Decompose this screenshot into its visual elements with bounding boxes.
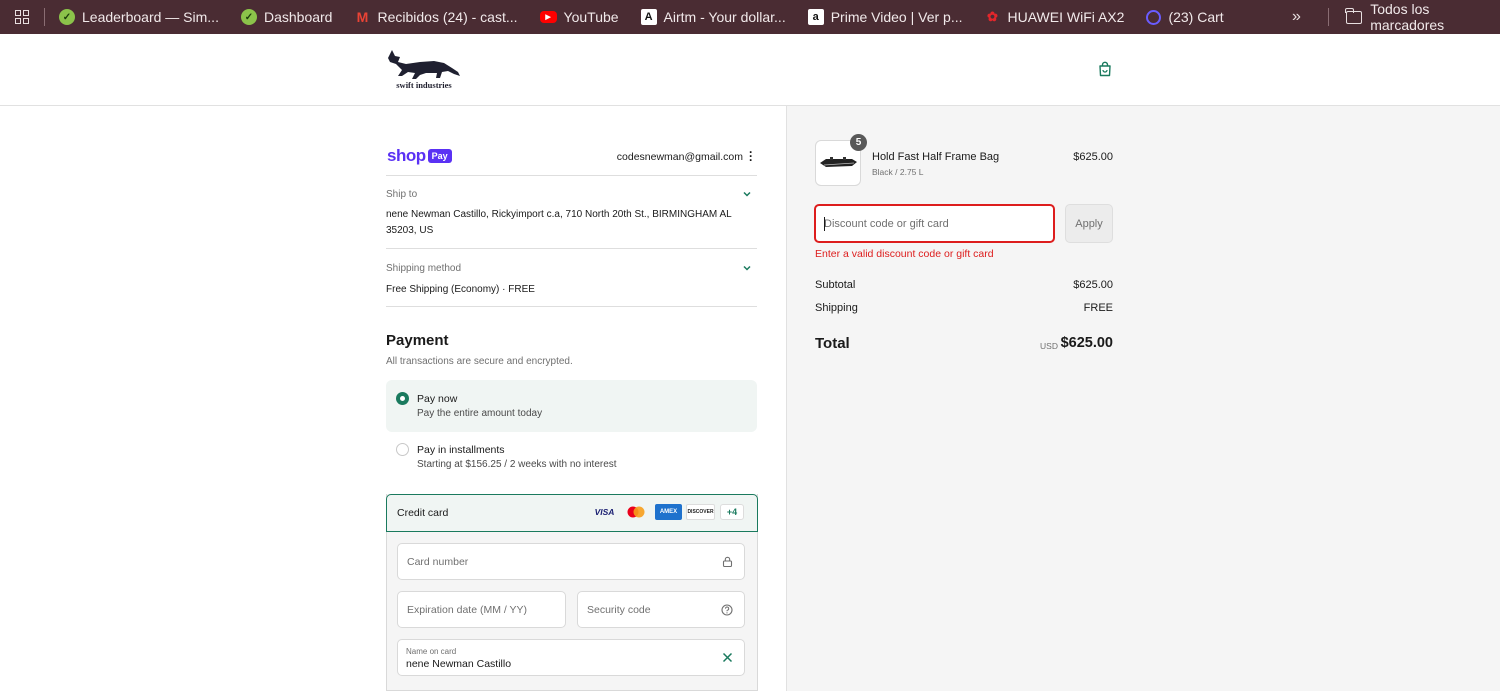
brand-name: swift industries	[396, 80, 452, 90]
bookmark-item[interactable]: A Airtm - Your dollar...	[640, 9, 786, 25]
bookmark-item[interactable]: ▶ YouTube	[539, 9, 619, 25]
discover-icon: DISCOVER	[686, 504, 715, 520]
expiration-placeholder: Expiration date (MM / YY)	[407, 604, 528, 616]
section-divider	[386, 175, 757, 176]
bookmark-item[interactable]: (23) Cart	[1146, 9, 1224, 25]
bookmark-item[interactable]: ✿ HUAWEI WiFi AX2	[985, 9, 1125, 25]
close-icon[interactable]	[722, 652, 733, 663]
bookmark-label: Leaderboard — Sim...	[82, 9, 219, 25]
bookmarks-divider	[1328, 8, 1329, 26]
cart-app-icon	[1146, 9, 1162, 25]
pay-now-radio[interactable]	[396, 392, 409, 405]
bookmark-label: (23) Cart	[1168, 9, 1224, 25]
ship-to-label: Ship to	[386, 189, 418, 200]
visa-icon: VISA	[594, 507, 615, 517]
youtube-icon: ▶	[539, 11, 557, 23]
security-code-field[interactable]: Security code	[577, 591, 745, 628]
pay-installments-subtitle: Starting at $156.25 / 2 weeks with no in…	[417, 459, 617, 470]
pay-installments-title[interactable]: Pay in installments	[417, 444, 505, 456]
shop-pay-badge: Pay	[427, 149, 452, 163]
name-on-card-value: nene Newman Castillo	[406, 658, 512, 670]
apply-discount-button[interactable]: Apply	[1065, 204, 1113, 243]
credit-card-label: Credit card	[397, 507, 449, 519]
name-on-card-label: Name on card	[406, 647, 457, 656]
more-options-icon[interactable]: · · ·	[749, 146, 753, 166]
total-value: $625.00	[1060, 335, 1113, 351]
huawei-icon: ✿	[987, 9, 998, 24]
shipping-value: FREE	[1083, 302, 1113, 314]
bookmark-label: YouTube	[563, 9, 619, 25]
leaf-icon: ✓	[59, 9, 75, 25]
discount-placeholder: Discount code or gift card	[824, 218, 949, 230]
card-number-placeholder: Card number	[407, 556, 469, 568]
product-variant: Black / 2.75 L	[872, 167, 924, 177]
bookmarks-separator	[44, 8, 45, 26]
all-bookmarks-folder[interactable]: Todos los marcadores	[1345, 0, 1500, 34]
shop-pay-text: shop	[387, 146, 426, 165]
folder-icon	[1345, 7, 1363, 24]
bookmark-item[interactable]: ✓ Leaderboard — Sim...	[59, 9, 219, 25]
fox-logo-icon	[388, 50, 460, 79]
expiration-date-field[interactable]: Expiration date (MM / YY)	[397, 591, 566, 628]
brand-logo[interactable]: swift industries	[386, 48, 462, 92]
bookmark-label: Airtm - Your dollar...	[663, 9, 786, 25]
payment-subtitle: All transactions are secure and encrypte…	[386, 356, 573, 367]
amex-icon: AMEX	[655, 504, 682, 520]
order-summary-panel	[786, 106, 1500, 691]
bookmark-label: Dashboard	[263, 9, 333, 25]
shopping-bag-icon[interactable]	[1097, 61, 1113, 77]
checkout-header: swift industries	[0, 34, 1500, 106]
bookmark-item[interactable]: ✓ Dashboard	[240, 9, 333, 25]
shop-pay-logo: shop Pay	[387, 146, 452, 166]
more-bookmarks-button[interactable]: »	[1292, 8, 1301, 26]
airtm-icon: A	[640, 9, 657, 25]
bookmark-label: HUAWEI WiFi AX2	[1007, 9, 1125, 25]
total-label: Total	[815, 335, 850, 352]
pay-now-option[interactable]	[386, 380, 757, 432]
section-divider	[386, 248, 757, 249]
quantity-badge: 5	[850, 134, 867, 151]
shipping-label: Shipping	[815, 302, 858, 314]
shipping-method-value: Free Shipping (Economy) · FREE	[386, 284, 535, 295]
leaf-icon: ✓	[240, 9, 257, 25]
subtotal-value: $625.00	[1073, 279, 1113, 291]
product-name: Hold Fast Half Frame Bag	[872, 151, 1000, 163]
pay-installments-radio[interactable]	[396, 443, 409, 456]
folder-label: Todos los marcadores	[1370, 1, 1445, 33]
subtotal-label: Subtotal	[815, 279, 856, 291]
mastercard-icon	[627, 506, 645, 518]
section-divider	[386, 306, 757, 307]
pay-now-title: Pay now	[417, 393, 458, 405]
help-circle-icon[interactable]	[721, 604, 733, 616]
product-price: $625.00	[1073, 151, 1113, 163]
more-cards-badge: +4	[720, 504, 744, 520]
chevron-down-icon[interactable]	[742, 189, 752, 199]
discount-error-message: Enter a valid discount code or gift card	[815, 248, 994, 260]
security-code-placeholder: Security code	[587, 604, 651, 616]
bookmark-label: Prime Video | Ver p...	[830, 9, 963, 25]
shipping-method-label: Shipping method	[386, 263, 462, 274]
card-number-field[interactable]: Card number	[397, 543, 745, 580]
bookmarks-bar: ✓ Leaderboard — Sim... ✓ Dashboard M Rec…	[0, 0, 1500, 34]
bookmark-item[interactable]: a Prime Video | Ver p...	[807, 9, 963, 25]
payment-title: Payment	[386, 332, 449, 349]
gmail-icon: M	[356, 9, 369, 25]
discount-code-input[interactable]: Discount code or gift card	[814, 204, 1055, 243]
chevron-down-icon[interactable]	[742, 263, 752, 273]
bookmark-item[interactable]: M Recibidos (24) - cast...	[354, 9, 518, 25]
ship-to-address: nene Newman Castillo, Rickyimport c.a, 7…	[386, 209, 732, 236]
pay-now-subtitle: Pay the entire amount today	[417, 408, 543, 419]
apps-grid-icon[interactable]	[0, 0, 44, 34]
lock-icon	[722, 556, 733, 567]
amazon-icon: a	[807, 9, 824, 25]
bookmark-label: Recibidos (24) - cast...	[377, 9, 518, 25]
account-email: codesnewman@gmail.com	[616, 151, 743, 163]
